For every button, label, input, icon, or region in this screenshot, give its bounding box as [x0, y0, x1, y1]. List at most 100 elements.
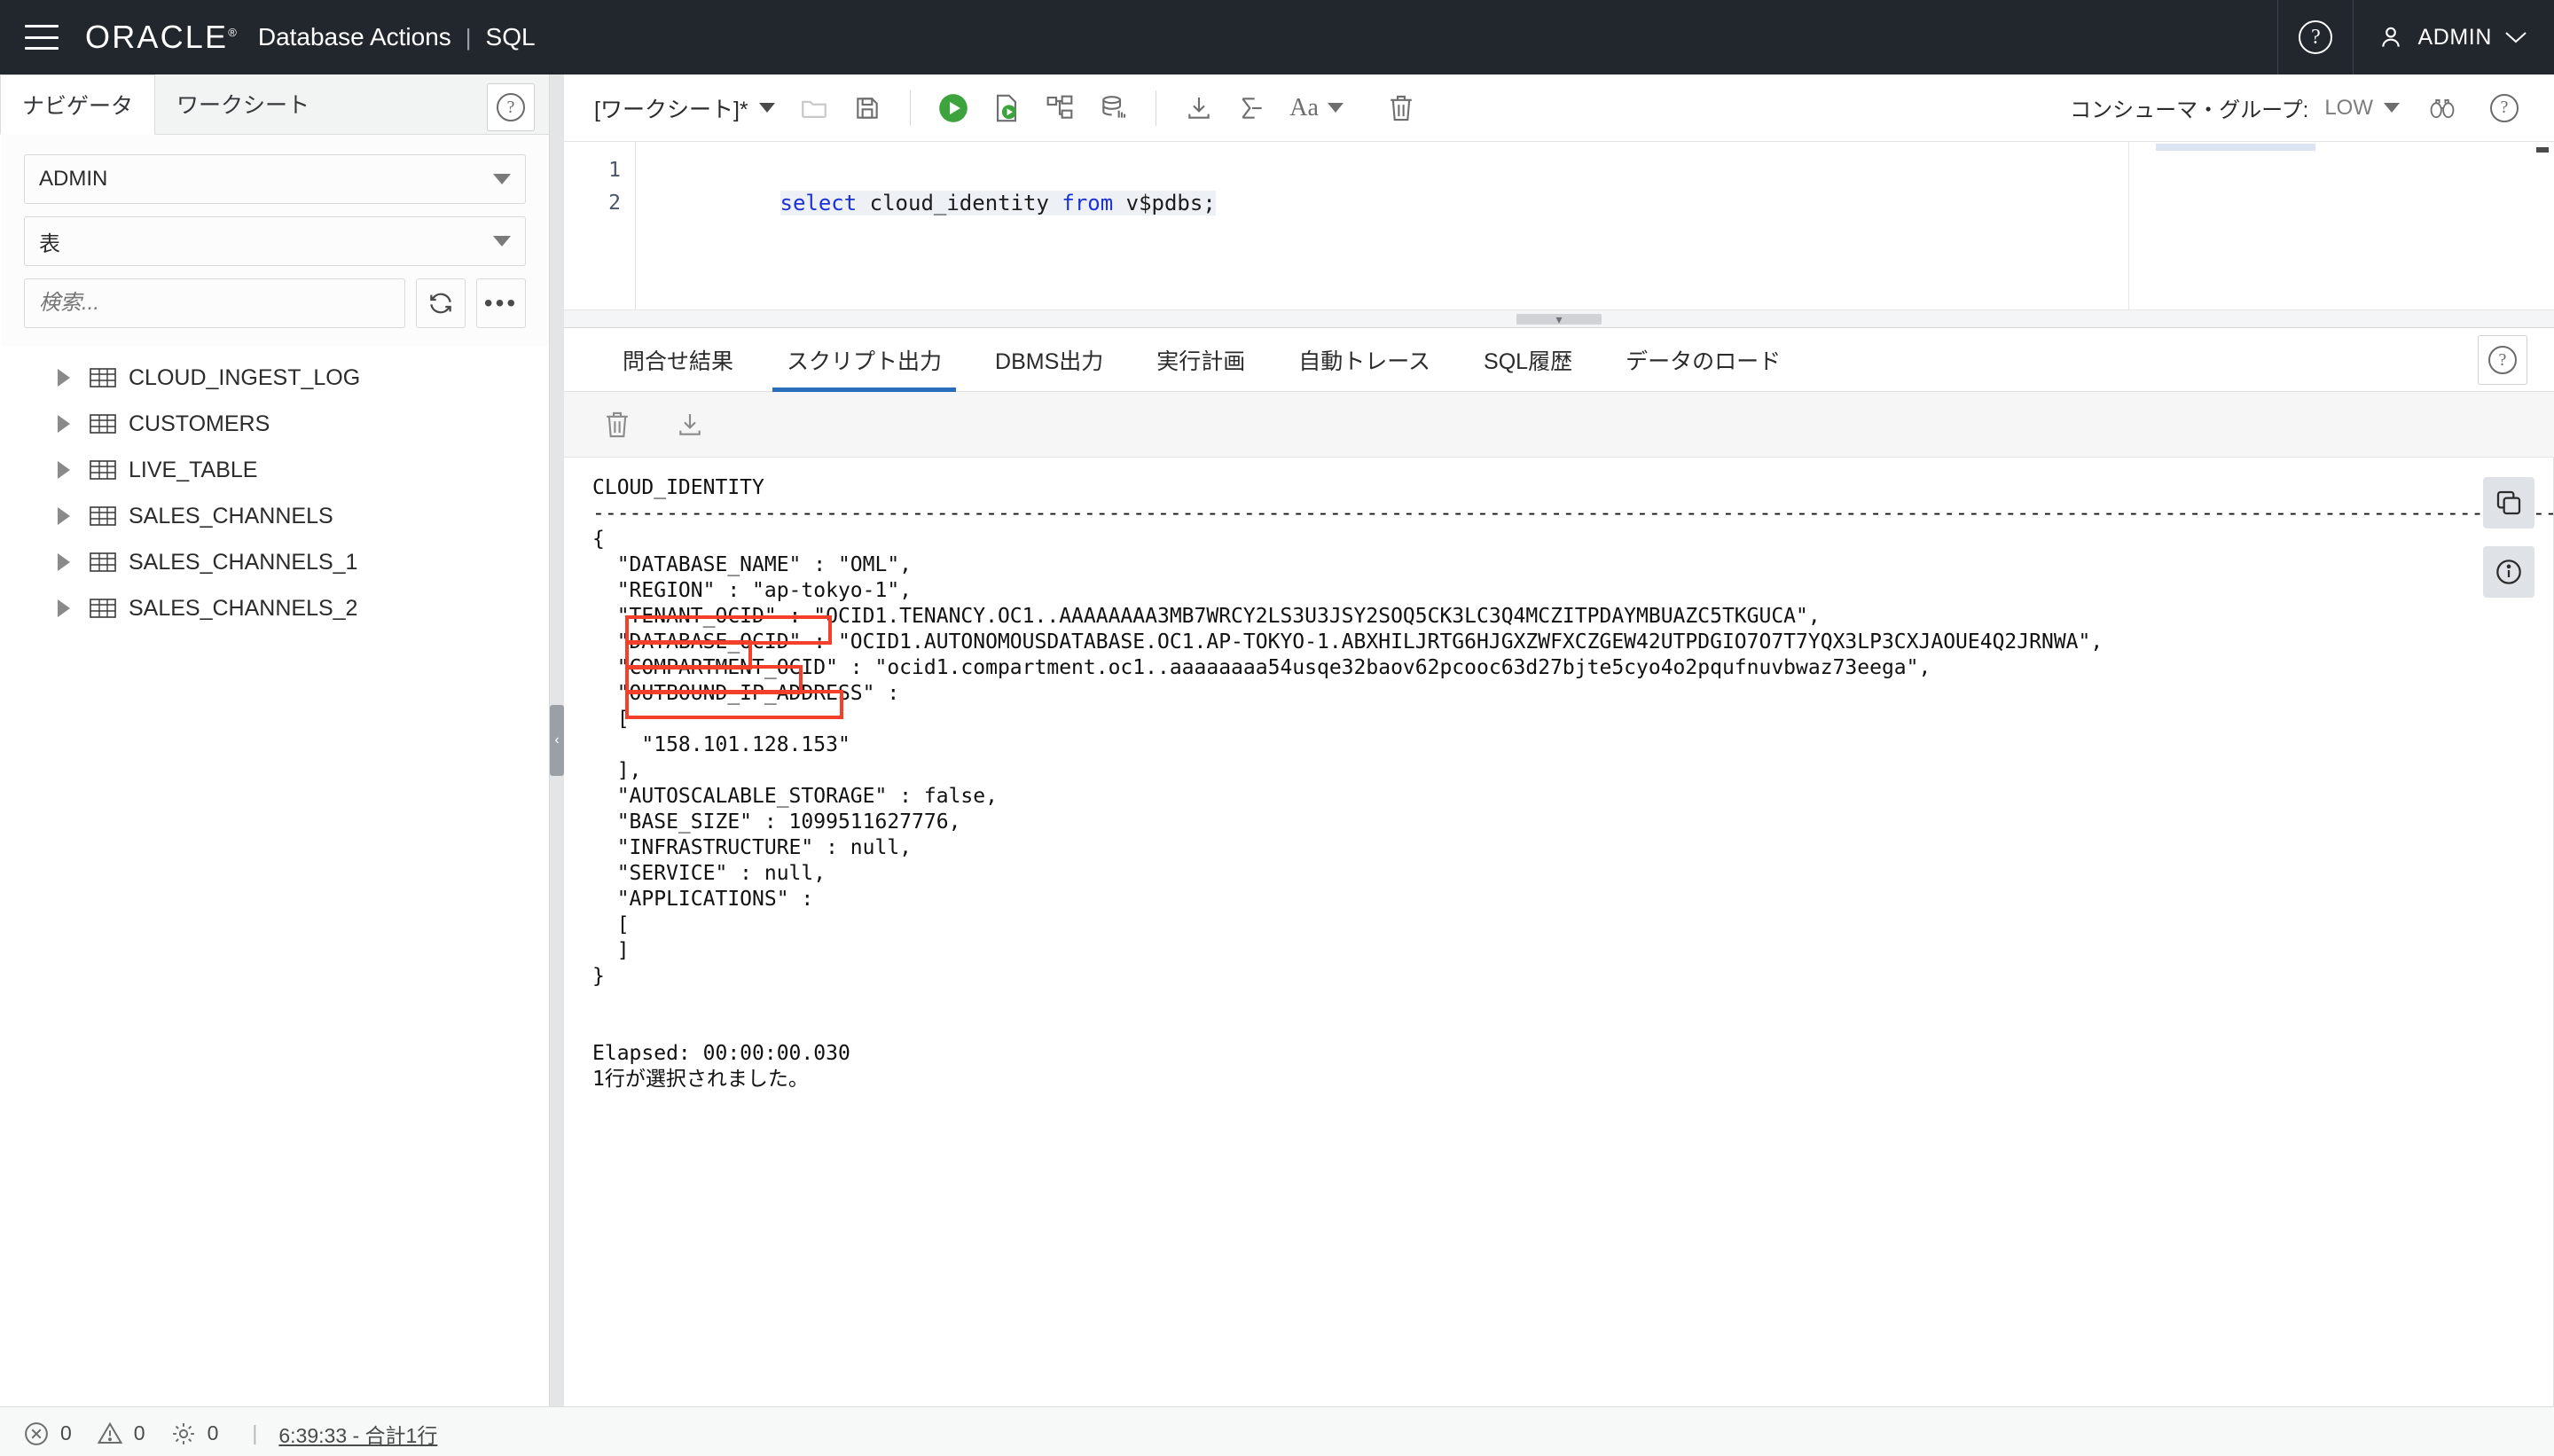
tab-query-result[interactable]: 問合せ結果	[596, 328, 760, 392]
tree-item-sales-channels-2[interactable]: SALES_CHANNELS_2	[1, 585, 549, 631]
table-icon	[90, 413, 116, 434]
consumer-group-label: コンシューマ・グループ:	[2070, 92, 2308, 123]
editor-minimap[interactable]	[2128, 142, 2554, 309]
sql-editor[interactable]: 1 2 select cloud_identity from v$pdbs;	[564, 142, 2554, 310]
output-line: ],	[592, 759, 641, 782]
run-script-button[interactable]	[980, 82, 1033, 135]
navigator-help-button[interactable]: ?	[487, 83, 535, 131]
oracle-logo: ORACLE®	[85, 19, 246, 56]
refresh-button[interactable]	[416, 278, 466, 328]
tree-item-customers[interactable]: CUSTOMERS	[1, 401, 549, 447]
chevron-right-icon[interactable]	[58, 553, 70, 571]
tab-navigator[interactable]: ナビゲータ	[0, 74, 155, 135]
chevron-right-icon[interactable]	[58, 599, 70, 617]
save-worksheet-button[interactable]	[841, 82, 894, 135]
tree-item-cloud-ingest-log[interactable]: CLOUD_INGEST_LOG	[1, 355, 549, 401]
tab-label: SQL履歴	[1484, 344, 1572, 376]
open-worksheet-button[interactable]	[787, 82, 841, 135]
collapse-grip-icon: ‹	[550, 705, 564, 776]
chevron-down-icon	[493, 174, 511, 184]
output-line: "DATABASE_OCID" : "OCID1.AUTONOMOUSDATAB…	[592, 630, 2103, 654]
tab-label: データのロード	[1626, 344, 1781, 376]
output-line: "BASE_SIZE" : 1099511627776,	[592, 810, 960, 834]
trash-icon	[603, 410, 631, 440]
chevron-right-icon[interactable]	[58, 461, 70, 479]
header-help-button[interactable]: ?	[2278, 0, 2353, 74]
user-menu-button[interactable]: ADMIN	[2354, 0, 2554, 74]
object-type-select[interactable]: 表	[24, 216, 526, 266]
help-circle-icon: ?	[497, 93, 525, 121]
tab-data-load[interactable]: データのロード	[1599, 328, 1807, 392]
table-icon	[90, 505, 116, 527]
settings-count: 0	[208, 1421, 219, 1445]
status-text[interactable]: 6:39:33 - 合計1行	[278, 1419, 437, 1449]
main-content: ナビゲータ ワークシート ? ADMIN 表	[0, 74, 2554, 1406]
tree-item-sales-channels-1[interactable]: SALES_CHANNELS_1	[1, 539, 549, 585]
more-options-icon: •••	[484, 298, 518, 308]
more-options-button[interactable]: •••	[476, 278, 526, 328]
info-icon	[2495, 558, 2523, 586]
navigator-body: ADMIN 表	[0, 135, 549, 1406]
clear-output-button[interactable]	[591, 398, 644, 451]
output-elapsed: Elapsed: 00:00:00.030	[592, 1042, 850, 1065]
chevron-right-icon[interactable]	[58, 507, 70, 525]
format-button[interactable]	[1226, 82, 1279, 135]
download-output-button[interactable]	[663, 398, 717, 451]
script-output-area[interactable]: CLOUD_IDENTITY -------------------------…	[564, 458, 2554, 1406]
autotrace-button[interactable]	[1086, 82, 1140, 135]
status-settings[interactable]: 0	[170, 1421, 219, 1447]
editor-results-splitter[interactable]	[564, 310, 2554, 328]
output-line: "158.101.128.153"	[592, 733, 850, 756]
navigator-panel: ナビゲータ ワークシート ? ADMIN 表	[0, 74, 550, 1406]
chevron-right-icon[interactable]	[58, 369, 70, 387]
panel-collapse-handle[interactable]: ‹	[550, 74, 564, 1406]
gear-icon	[170, 1421, 197, 1447]
schema-select[interactable]: ADMIN	[24, 154, 526, 204]
binoculars-icon	[2427, 96, 2457, 121]
run-statement-button[interactable]	[927, 82, 980, 135]
tab-script-output[interactable]: スクリプト出力	[760, 328, 968, 392]
output-info-button[interactable]	[2483, 546, 2534, 598]
tab-dbms-output[interactable]: DBMS出力	[968, 328, 1130, 392]
top-header: ORACLE® Database Actions | SQL ? ADMIN	[0, 0, 2554, 74]
download-button[interactable]	[1172, 82, 1226, 135]
user-name-label: ADMIN	[2417, 25, 2492, 51]
copy-output-button[interactable]	[2483, 477, 2534, 528]
tab-explain-plan[interactable]: 実行計画	[1130, 328, 1272, 392]
tree-item-label: CLOUD_INGEST_LOG	[129, 365, 360, 391]
tree-item-sales-channels[interactable]: SALES_CHANNELS	[1, 493, 549, 539]
autotrace-icon	[1099, 94, 1127, 122]
output-line: "TENANT_OCID" : "OCID1.TENANCY.OC1..AAAA…	[592, 605, 1821, 628]
status-warnings[interactable]: 0	[97, 1421, 145, 1447]
tab-worksheet[interactable]: ワークシート	[155, 74, 331, 134]
tab-autotrace[interactable]: 自動トレース	[1272, 328, 1457, 392]
sql-table-token: v$pdbs;	[1113, 191, 1216, 215]
oracle-wordmark: ORACLE	[85, 19, 228, 55]
editor-scrollbar[interactable]	[2536, 147, 2549, 153]
minimap-code-bar	[2156, 144, 2315, 151]
toolbar-divider-1	[910, 90, 911, 126]
worksheet-help-button[interactable]: ?	[2478, 82, 2531, 135]
results-help-button[interactable]: ?	[2478, 335, 2527, 385]
editor-code-area[interactable]: select cloud_identity from v$pdbs;	[636, 142, 2128, 309]
clear-worksheet-button[interactable]	[1375, 82, 1428, 135]
find-button[interactable]	[2416, 82, 2469, 135]
tab-label: スクリプト出力	[787, 344, 942, 376]
refresh-icon	[427, 289, 455, 317]
search-input[interactable]	[24, 278, 405, 328]
consumer-group-select[interactable]: LOW	[2317, 96, 2407, 121]
worksheet-panel: [ワークシート]*	[564, 74, 2554, 1406]
tab-sql-history[interactable]: SQL履歴	[1457, 328, 1599, 392]
tree-item-live-table[interactable]: LIVE_TABLE	[1, 447, 549, 493]
hamburger-icon[interactable]	[25, 25, 59, 50]
worksheet-toolbar: [ワークシート]*	[564, 74, 2554, 142]
status-errors[interactable]: 0	[23, 1421, 72, 1447]
explain-plan-button[interactable]	[1033, 82, 1086, 135]
output-side-actions	[2483, 477, 2534, 598]
object-tree: CLOUD_INGEST_LOG CUSTOMERS	[1, 346, 549, 1406]
worksheet-name-dropdown[interactable]: [ワークシート]*	[594, 92, 775, 124]
worksheet-name-label: [ワークシート]*	[594, 92, 748, 124]
font-size-button[interactable]: Aa	[1279, 82, 1355, 135]
chevron-right-icon[interactable]	[58, 415, 70, 433]
output-line: [	[592, 913, 630, 936]
